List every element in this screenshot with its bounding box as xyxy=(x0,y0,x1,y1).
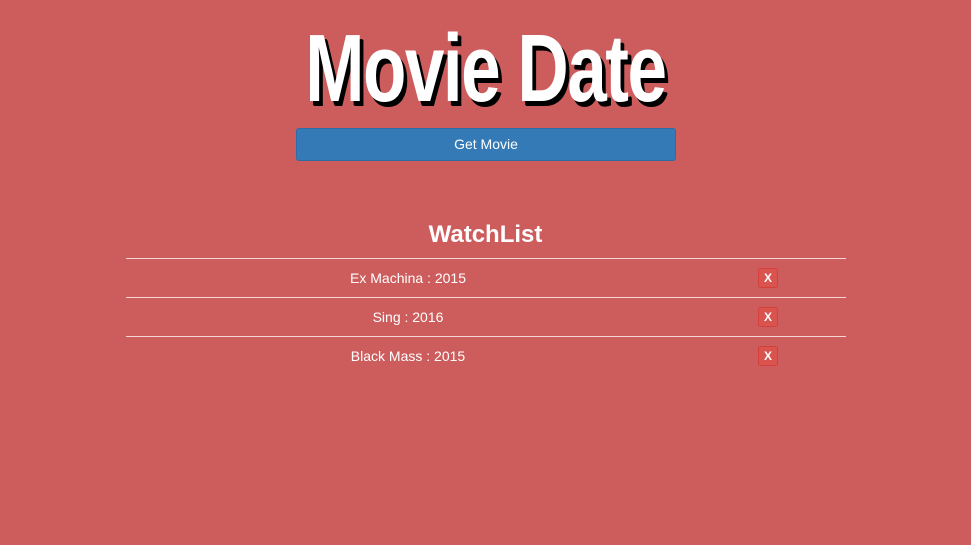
watchlist-item: Ex Machina : 2015 X xyxy=(126,258,846,297)
watchlist-item-label: Ex Machina : 2015 xyxy=(350,270,466,286)
watchlist-item-label: Black Mass : 2015 xyxy=(350,348,466,364)
remove-button[interactable]: X xyxy=(758,346,778,366)
watchlist-item-label: Sing : 2016 xyxy=(372,309,444,325)
remove-button[interactable]: X xyxy=(758,268,778,288)
page-title: Movie Date xyxy=(305,15,667,122)
watchlist: Ex Machina : 2015 X Sing : 2016 X Black … xyxy=(126,258,846,375)
watchlist-heading: WatchList xyxy=(428,221,543,248)
watchlist-item: Black Mass : 2015 X xyxy=(126,336,846,375)
get-movie-button[interactable]: Get Movie xyxy=(296,128,676,161)
remove-button[interactable]: X xyxy=(758,307,778,327)
watchlist-item: Sing : 2016 X xyxy=(126,297,846,336)
